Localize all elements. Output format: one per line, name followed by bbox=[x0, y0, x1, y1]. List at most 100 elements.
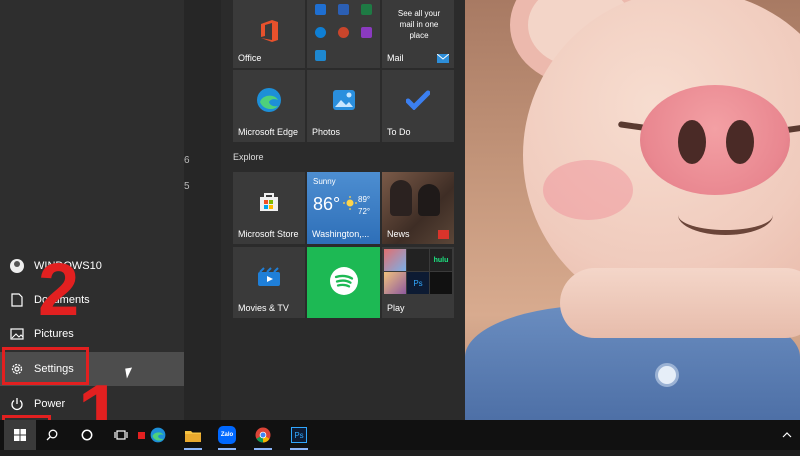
onenote-icon bbox=[361, 27, 372, 38]
excel-icon bbox=[361, 4, 372, 15]
task-view-icon bbox=[114, 430, 128, 440]
photoshop-icon: Ps bbox=[291, 427, 307, 443]
desktop-wallpaper bbox=[465, 0, 800, 420]
pig-hand bbox=[560, 268, 800, 338]
tile-edge[interactable]: Microsoft Edge bbox=[233, 70, 305, 142]
picture-icon bbox=[10, 328, 24, 340]
task-view-button[interactable] bbox=[108, 420, 134, 450]
tile-news[interactable]: News bbox=[382, 172, 454, 244]
rail-documents[interactable]: Documents bbox=[0, 283, 184, 317]
onedrive-icon bbox=[315, 27, 326, 38]
annotation-step-2: 2 bbox=[38, 248, 80, 331]
group-header-explore[interactable]: Explore bbox=[233, 152, 264, 162]
tile-todo[interactable]: To Do bbox=[382, 70, 454, 142]
game-thumb bbox=[384, 249, 406, 271]
windows-logo-icon bbox=[14, 429, 26, 441]
show-hidden-icons-button[interactable] bbox=[776, 420, 798, 450]
tile-movies-label: Movies & TV bbox=[238, 303, 289, 313]
app-list-letter: 5 bbox=[184, 181, 190, 192]
shirt-button bbox=[655, 363, 679, 387]
mail-promo-text: See all your mail in one place bbox=[397, 9, 441, 40]
tile-mail-label: Mail bbox=[387, 53, 404, 63]
zalo-icon: Zalo bbox=[218, 426, 236, 444]
taskbar-edge[interactable] bbox=[144, 420, 172, 450]
tile-store-label: Microsoft Store bbox=[238, 229, 299, 239]
powerpoint-icon bbox=[338, 27, 349, 38]
hulu-icon: hulu bbox=[430, 249, 452, 271]
news-icon bbox=[438, 230, 449, 239]
news-photo bbox=[390, 180, 412, 216]
sun-icon bbox=[343, 196, 357, 210]
check-icon bbox=[406, 90, 430, 111]
tile-news-label: News bbox=[387, 229, 410, 239]
taskbar: Zalo Ps bbox=[0, 420, 800, 450]
weather-high: 89° bbox=[358, 195, 371, 204]
taskbar-ps-label: Ps bbox=[294, 430, 304, 440]
store-icon bbox=[260, 193, 278, 212]
annotation-box-settings bbox=[2, 347, 89, 385]
power-icon bbox=[11, 398, 23, 411]
weather-temp: 86° bbox=[313, 194, 341, 214]
edge-icon bbox=[257, 88, 281, 113]
tile-photos[interactable]: Photos bbox=[307, 70, 380, 142]
tile-play-label: Play bbox=[387, 303, 405, 313]
rail-power-label: Power bbox=[34, 398, 66, 410]
mouse-cursor bbox=[125, 367, 134, 379]
pig-snout bbox=[640, 85, 790, 195]
folder-icon bbox=[185, 430, 201, 442]
movies-icon bbox=[258, 267, 280, 286]
tile-office-apps-folder[interactable] bbox=[307, 0, 380, 68]
app-list-collapsed[interactable] bbox=[184, 0, 221, 420]
taskbar-chrome[interactable] bbox=[248, 420, 278, 450]
spotify-icon bbox=[329, 267, 358, 296]
tile-weather[interactable]: Sunny 86° 89° 72° Washington,... bbox=[307, 172, 380, 244]
office-icon bbox=[261, 19, 278, 42]
cortana-button[interactable] bbox=[74, 420, 100, 450]
taskbar-photoshop[interactable]: Ps bbox=[284, 420, 314, 450]
edge-icon bbox=[150, 427, 166, 443]
chevron-up-icon bbox=[782, 432, 792, 438]
rail-pictures[interactable]: Pictures bbox=[0, 317, 184, 351]
pig-nostril bbox=[726, 120, 754, 164]
tile-mail[interactable]: See all your mail in one place Mail bbox=[382, 0, 454, 68]
tile-play-folder[interactable]: hulu Ps Play bbox=[382, 247, 454, 318]
weather-low: 72° bbox=[358, 207, 371, 216]
game-thumb bbox=[430, 272, 452, 294]
search-button[interactable] bbox=[40, 420, 64, 450]
start-button[interactable] bbox=[4, 420, 36, 450]
pig-nostril bbox=[678, 120, 706, 164]
cortana-icon bbox=[81, 429, 93, 441]
avatar bbox=[10, 259, 24, 273]
pig-cheek-left bbox=[543, 160, 633, 220]
zalo-label: Zalo bbox=[220, 432, 234, 438]
tile-office-label: Office bbox=[238, 53, 262, 63]
game-thumb bbox=[407, 249, 429, 271]
tile-photos-label: Photos bbox=[312, 127, 341, 137]
tile-todo-label: To Do bbox=[387, 127, 411, 137]
skype-icon bbox=[315, 50, 326, 61]
word-icon bbox=[338, 4, 349, 15]
pig-smile bbox=[678, 195, 773, 235]
app-list-letter: 6 bbox=[184, 155, 190, 166]
game-thumb bbox=[384, 272, 406, 294]
photoshop-icon: Ps bbox=[407, 272, 429, 294]
document-icon bbox=[11, 293, 23, 307]
ps-label: Ps bbox=[413, 278, 423, 288]
weather-condition: Sunny bbox=[313, 177, 336, 186]
photos-icon bbox=[332, 90, 355, 111]
rail-user[interactable]: WINDOWS10 bbox=[0, 249, 184, 283]
tile-office[interactable]: Office bbox=[233, 0, 305, 68]
search-icon bbox=[46, 429, 58, 441]
taskbar-zalo[interactable]: Zalo bbox=[212, 420, 242, 450]
news-photo bbox=[418, 184, 440, 216]
tile-store[interactable]: Microsoft Store bbox=[233, 172, 305, 244]
tile-spotify[interactable] bbox=[307, 247, 380, 318]
weather-location: Washington,... bbox=[312, 229, 370, 239]
outlook-icon bbox=[315, 4, 326, 15]
mail-icon bbox=[437, 54, 449, 63]
tile-edge-label: Microsoft Edge bbox=[238, 127, 299, 137]
chrome-icon bbox=[255, 427, 271, 443]
taskbar-file-explorer[interactable] bbox=[178, 420, 208, 450]
tile-movies[interactable]: Movies & TV bbox=[233, 247, 305, 318]
hulu-label: hulu bbox=[433, 256, 449, 264]
